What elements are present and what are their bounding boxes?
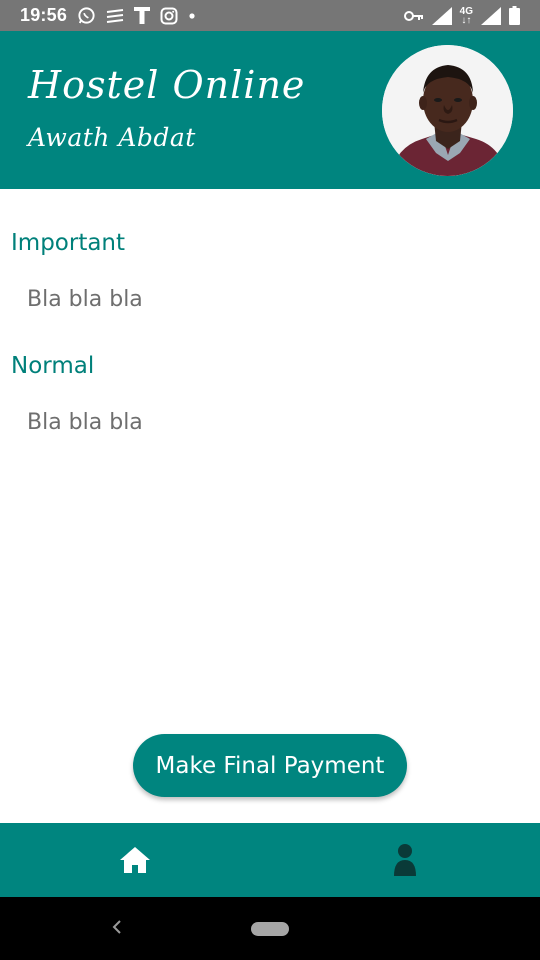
t-icon [134,6,151,26]
section-title-normal: Normal [11,353,95,379]
status-left: 19:56 [20,5,196,26]
back-chevron-icon [112,920,121,934]
system-nav-bar [0,897,540,960]
dot-icon [188,6,196,26]
key-icon [403,6,424,26]
bottom-nav [0,823,540,897]
avatar[interactable] [382,45,513,176]
profile-icon [394,844,416,876]
signal-icon [481,6,501,26]
nav-profile[interactable] [270,823,540,897]
home-icon [120,847,150,873]
instagram-icon [160,6,178,26]
make-final-payment-button[interactable]: Make Final Payment [133,734,407,797]
network-activity: ↓↑ [461,14,472,26]
network-type: 4G ↓↑ [460,6,473,26]
system-back-button[interactable] [107,915,127,939]
section-body-important: Bla bla bla [27,287,143,312]
app-header: Hostel Online Awath Abdat [0,31,540,189]
status-right: 4G ↓↑ [403,6,520,26]
nav-home[interactable] [0,823,270,897]
equalizer-icon [106,6,124,26]
whatsapp-icon [77,6,96,26]
signal-icon [431,6,452,26]
section-body-normal: Bla bla bla [27,410,143,435]
user-name: Awath Abdat [28,123,196,152]
status-time: 19:56 [20,5,68,25]
status-bar: 19:56 4G ↓↑ [0,0,540,31]
system-home-button[interactable] [251,922,289,936]
app-title: Hostel Online [28,63,306,107]
battery-icon [509,6,520,26]
section-title-important: Important [11,230,126,256]
user-photo [382,45,513,176]
